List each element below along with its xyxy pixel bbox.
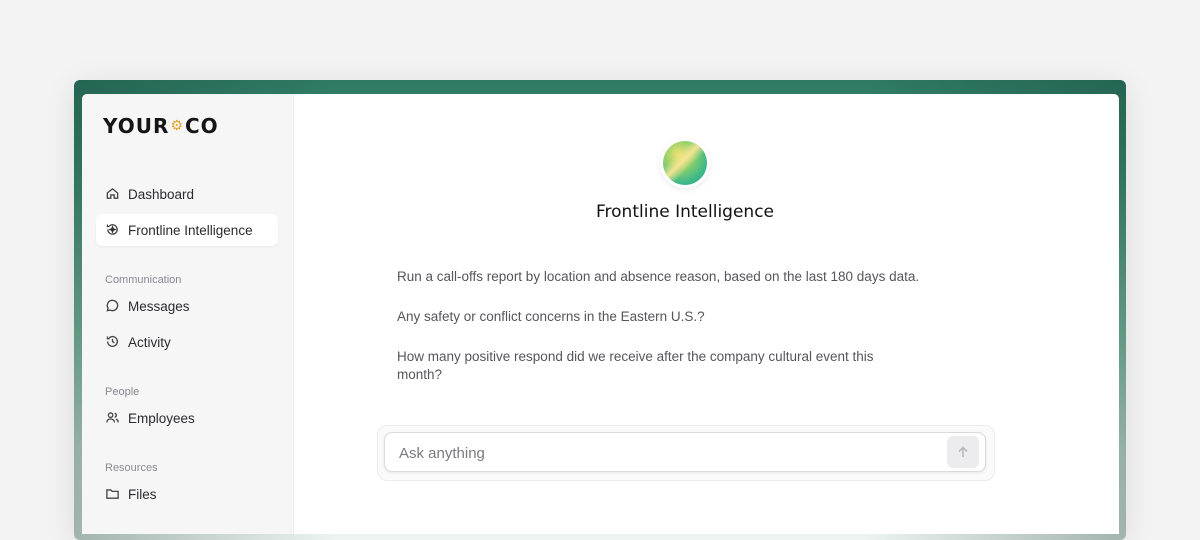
section-title-resources: Resources (105, 462, 158, 474)
sidebar-item-files[interactable]: Files (96, 478, 278, 510)
sidebar-item-label: Messages (128, 298, 190, 314)
chat-icon (105, 298, 121, 314)
chat-input-box (384, 432, 986, 473)
sidebar-item-frontline-intelligence[interactable]: Frontline Intelligence (96, 214, 278, 246)
sidebar-item-label: Files (128, 486, 157, 502)
sidebar-item-label: Dashboard (128, 186, 195, 202)
logo-text-left: YOUR (103, 114, 170, 138)
sidebar-item-dashboard[interactable]: Dashboard (96, 178, 278, 210)
send-button[interactable] (947, 436, 979, 468)
section-title-communication: Communication (105, 274, 182, 286)
logo-mark-icon: ⚙ (170, 118, 184, 134)
sparkle-icon (105, 222, 121, 238)
history-icon (105, 334, 121, 350)
sidebar-item-label: Frontline Intelligence (128, 222, 253, 238)
sidebar-item-employees[interactable]: Employees (96, 402, 278, 434)
suggestion-prompt[interactable]: Any safety or conflict concerns in the E… (397, 308, 957, 326)
sidebar-item-label: Employees (128, 410, 195, 426)
main-content: Frontline Intelligence Run a call-offs r… (293, 94, 1119, 534)
sidebar-item-messages[interactable]: Messages (96, 290, 278, 322)
sidebar-item-label: Activity (128, 334, 171, 350)
page-title: Frontline Intelligence (596, 202, 774, 222)
app-window: YOUR ⚙ CO Dashboard Frontline Intelligence… (82, 94, 1119, 534)
ai-orb-icon (660, 138, 710, 188)
arrow-up-icon (958, 446, 968, 457)
suggestion-prompt[interactable]: Run a call-offs report by location and a… (397, 268, 957, 286)
sidebar: YOUR ⚙ CO Dashboard Frontline Intelligence… (82, 94, 294, 534)
folder-icon (105, 486, 121, 502)
sidebar-item-activity[interactable]: Activity (96, 326, 278, 358)
logo-text-right: CO (184, 114, 219, 138)
logo: YOUR ⚙ CO (103, 114, 219, 138)
section-title-people: People (105, 386, 140, 398)
users-icon (105, 410, 121, 426)
chat-input[interactable] (397, 433, 921, 473)
home-icon (105, 186, 121, 202)
suggestion-prompt[interactable]: How many positive respond did we receive… (397, 348, 917, 384)
